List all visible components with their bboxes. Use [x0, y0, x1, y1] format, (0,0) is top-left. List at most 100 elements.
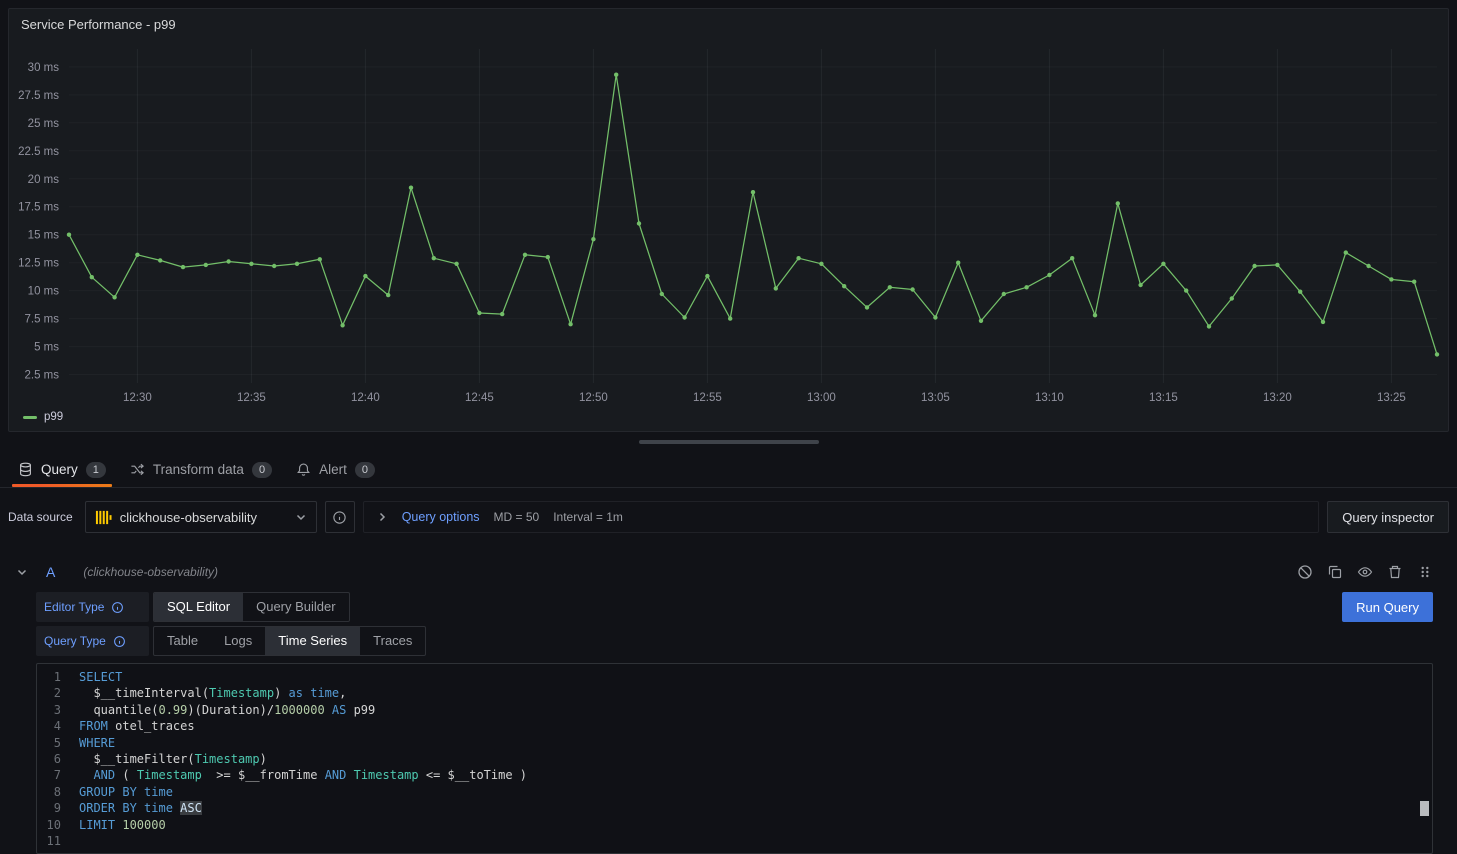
- y-axis-tick-label: 30 ms: [28, 62, 60, 74]
- tab-alert[interactable]: Alert 0: [286, 452, 385, 487]
- info-circle-icon[interactable]: [113, 635, 126, 648]
- disable-query-icon[interactable]: [1297, 564, 1313, 580]
- radio-traces[interactable]: Traces: [360, 627, 425, 655]
- line-number: 5: [37, 735, 79, 751]
- x-axis-tick-label: 13:05: [921, 392, 950, 404]
- query-count-badge: 1: [86, 462, 106, 478]
- alert-count-badge: 0: [355, 462, 375, 478]
- chevron-down-icon: [295, 511, 307, 523]
- radio-query-builder[interactable]: Query Builder: [243, 593, 348, 621]
- data-point: [1230, 296, 1234, 300]
- code-line: 10LIMIT 100000: [37, 817, 1432, 833]
- timeseries-panel: Service Performance - p99 2.5 ms5 ms7.5 …: [8, 8, 1449, 432]
- line-number: 1: [37, 669, 79, 685]
- editor-type-label-chip: Editor Type: [36, 592, 149, 622]
- query-type-label: Query Type: [44, 634, 106, 648]
- data-point: [272, 264, 276, 268]
- sql-code-lines: 1SELECT2 $__timeInterval(Timestamp) as t…: [37, 669, 1432, 849]
- radio-logs[interactable]: Logs: [211, 627, 265, 655]
- x-axis-tick-label: 13:25: [1377, 392, 1406, 404]
- tab-transform-data[interactable]: Transform data 0: [120, 452, 282, 487]
- query-row-body: Editor Type SQL Editor Query Builder Run…: [8, 591, 1449, 854]
- data-point: [432, 256, 436, 260]
- line-number: 9: [37, 800, 79, 816]
- data-point: [682, 315, 686, 319]
- cursor-overview-marker: [1420, 801, 1429, 816]
- info-circle-icon[interactable]: [111, 601, 124, 614]
- data-point: [1321, 320, 1325, 324]
- data-point: [1275, 263, 1279, 267]
- editor-type-row: Editor Type SQL Editor Query Builder Run…: [36, 591, 1433, 623]
- duplicate-query-icon[interactable]: [1327, 564, 1343, 580]
- p99-series-line: [69, 75, 1437, 355]
- line-number: 11: [37, 833, 79, 849]
- x-axis-tick-label: 12:30: [123, 392, 152, 404]
- line-number: 4: [37, 718, 79, 734]
- x-axis-tick-label: 13:15: [1149, 392, 1178, 404]
- data-point: [705, 274, 709, 278]
- data-point: [910, 287, 914, 291]
- data-point: [751, 190, 755, 194]
- datasource-picker[interactable]: clickhouse-observability: [85, 501, 317, 533]
- code-line: 3 quantile(0.99)(Duration)/1000000 AS p9…: [37, 702, 1432, 718]
- datasource-bar: Data source clickhouse-observability Que…: [8, 501, 1449, 533]
- legend-series-label[interactable]: p99: [44, 411, 63, 423]
- code-line: 5WHERE: [37, 735, 1432, 751]
- editor-type-label: Editor Type: [44, 600, 104, 614]
- x-axis-tick-label: 13:00: [807, 392, 836, 404]
- y-axis-tick-label: 22.5 ms: [18, 146, 59, 158]
- delete-query-icon[interactable]: [1387, 564, 1403, 580]
- code-line: 6 $__timeFilter(Timestamp): [37, 751, 1432, 767]
- data-point: [158, 258, 162, 262]
- line-number: 10: [37, 817, 79, 833]
- line-number: 2: [37, 685, 79, 701]
- query-datasource-hint: (clickhouse-observability): [83, 565, 218, 579]
- radio-time-series[interactable]: Time Series: [265, 627, 360, 655]
- datasource-help-button[interactable]: [325, 501, 355, 533]
- data-point: [226, 259, 230, 263]
- tab-alert-label: Alert: [319, 462, 347, 477]
- transform-count-badge: 0: [252, 462, 272, 478]
- line-number: 6: [37, 751, 79, 767]
- query-type-label-chip: Query Type: [36, 626, 149, 656]
- data-point: [933, 315, 937, 319]
- x-axis-tick-label: 13:10: [1035, 392, 1064, 404]
- drag-handle-icon[interactable]: [1417, 564, 1433, 580]
- collapse-chevron-icon[interactable]: [16, 566, 28, 578]
- sql-code-editor[interactable]: 1SELECT2 $__timeInterval(Timestamp) as t…: [36, 663, 1433, 854]
- query-options-bar[interactable]: Query options MD = 50 Interval = 1m: [363, 501, 1320, 533]
- tab-query[interactable]: Query 1: [8, 452, 116, 487]
- horizontal-scrollbar[interactable]: [639, 440, 819, 444]
- timeseries-chart[interactable]: 2.5 ms5 ms7.5 ms10 ms12.5 ms15 ms17.5 ms…: [9, 39, 1448, 409]
- query-ref-id: A: [46, 564, 55, 580]
- query-inspector-button[interactable]: Query inspector: [1327, 501, 1449, 533]
- tab-query-label: Query: [41, 462, 78, 477]
- y-axis-tick-label: 17.5 ms: [18, 202, 59, 214]
- line-number: 8: [37, 784, 79, 800]
- y-axis-tick-label: 2.5 ms: [24, 370, 59, 382]
- query-row-actions: [1297, 564, 1441, 580]
- editor-tabbar: Query 1 Transform data 0 Alert 0: [0, 452, 1457, 488]
- data-point: [181, 265, 185, 269]
- data-point: [728, 316, 732, 320]
- data-point: [1252, 264, 1256, 268]
- panel-header[interactable]: Service Performance - p99: [9, 9, 1448, 39]
- chart-canvas: 2.5 ms5 ms7.5 ms10 ms12.5 ms15 ms17.5 ms…: [9, 39, 1448, 409]
- data-point: [500, 312, 504, 316]
- datasource-label: Data source: [8, 510, 73, 524]
- y-axis-tick-label: 15 ms: [28, 230, 60, 242]
- data-point: [1207, 324, 1211, 328]
- run-query-button[interactable]: Run Query: [1342, 592, 1433, 622]
- data-point: [1024, 285, 1028, 289]
- radio-table[interactable]: Table: [154, 627, 211, 655]
- radio-sql-editor[interactable]: SQL Editor: [154, 593, 243, 621]
- query-options-toggle[interactable]: Query options: [402, 510, 480, 524]
- code-line: 4FROM otel_traces: [37, 718, 1432, 734]
- data-point: [888, 285, 892, 289]
- hide-response-eye-icon[interactable]: [1357, 564, 1373, 580]
- x-axis-tick-label: 12:40: [351, 392, 380, 404]
- code-line: 9ORDER BY time ASC: [37, 800, 1432, 816]
- query-row-header[interactable]: A (clickhouse-observability): [8, 557, 1449, 587]
- x-axis-tick-label: 13:20: [1263, 392, 1292, 404]
- data-point: [774, 286, 778, 290]
